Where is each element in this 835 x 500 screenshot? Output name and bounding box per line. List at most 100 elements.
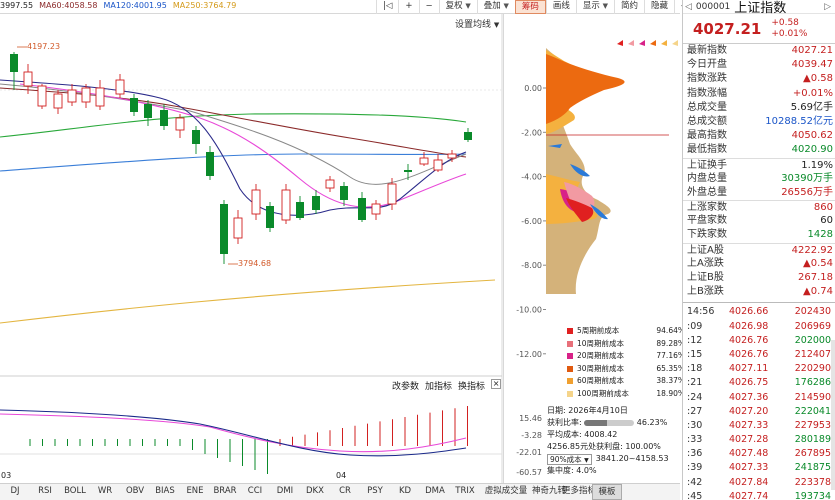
tick-time: :18: [687, 363, 703, 375]
display-button[interactable]: 显示 ▼: [575, 0, 614, 14]
indicator-tab[interactable]: CR: [330, 484, 360, 500]
quote-value: 10288.52亿元: [765, 115, 833, 127]
quote-row: 最高指数 4050.62: [683, 129, 835, 143]
collapse-icon[interactable]: ◁: [685, 2, 692, 12]
tick-price: 4027.33: [729, 419, 769, 431]
indicator-tab[interactable]: BOLL: [60, 484, 90, 500]
set-ma-button[interactable]: 设置均线 ▼: [455, 17, 499, 30]
candles: [10, 52, 472, 264]
cost-legend-value: 89.28%: [656, 338, 685, 348]
indicator-tab[interactable]: 更多指标: [562, 484, 596, 500]
quote-value: +0.01%: [792, 87, 833, 99]
quote-value: 4020.90: [791, 144, 833, 156]
swap-indicator-button[interactable]: 换指标: [458, 379, 485, 392]
price-row: 4027.21 +0.58 +0.01%: [683, 14, 835, 44]
quote-label: 上证B股: [687, 272, 724, 283]
cost-percent-label: 90%成本: [550, 454, 582, 464]
quote-value: 26556万手: [781, 186, 833, 198]
kline-chart[interactable]: [0, 14, 503, 483]
quote-label: 上证A股: [687, 244, 724, 256]
indicator-tab[interactable]: DJ: [0, 484, 30, 500]
cost-legend-value: 65.35%: [656, 363, 685, 373]
tick-time: :15: [687, 348, 703, 360]
quote-value: 60: [820, 215, 833, 227]
prev-button[interactable]: |◁: [376, 0, 398, 14]
zoom-in-button[interactable]: +: [398, 0, 418, 14]
change-params-button[interactable]: 改参数: [392, 379, 419, 392]
cost-percent-select[interactable]: 90%成本 ▼: [547, 453, 592, 465]
tick-time: :36: [687, 448, 703, 460]
candle: [358, 192, 366, 222]
quote-header: ◁ 000001 上证指数 ▷: [683, 0, 835, 16]
chips-button[interactable]: 筹码: [514, 0, 546, 14]
candle: [67, 84, 77, 106]
indicator-tab[interactable]: WR: [90, 484, 120, 500]
simple-button[interactable]: 简约: [614, 0, 644, 14]
tick-time: :33: [687, 434, 703, 446]
hide-button[interactable]: 隐藏: [644, 0, 674, 14]
indicator-tab[interactable]: 虚拟成交量: [480, 484, 532, 500]
indicator-tab[interactable]: ENE: [180, 484, 210, 500]
ma-legend-item: MA120:4001.95: [103, 1, 167, 10]
cost-legend-name: 10周期前成本: [577, 338, 625, 348]
cost-range: 3841.20~4158.53: [595, 454, 669, 463]
indicator-tab[interactable]: BRAR: [210, 484, 240, 500]
indicator-tab[interactable]: KD: [390, 484, 420, 500]
indicator-tab[interactable]: BIAS: [150, 484, 180, 500]
chevron-down-icon: ▼: [493, 21, 500, 29]
quote-label: 最高指数: [687, 130, 727, 142]
indicator-tab[interactable]: 模板: [592, 484, 622, 500]
quote-label: 指数涨幅: [687, 87, 727, 99]
flag-icon: [617, 40, 623, 46]
candle: [404, 164, 412, 180]
quote-row: 总成交量 5.69亿手: [683, 101, 835, 115]
concentration: 集中度: 4.0%: [547, 466, 597, 475]
cost-legend-name: 100周期前成本: [577, 388, 629, 398]
quote-value: 5.69亿手: [790, 101, 833, 113]
indicator-tab[interactable]: TRIX: [450, 484, 480, 500]
cost-legend-value: 18.90%: [656, 388, 685, 398]
ma10-line: [19, 83, 467, 208]
quote-label: 上A涨跌: [687, 257, 724, 269]
flag-icon: [661, 40, 667, 46]
overlay-button[interactable]: 叠加 ▼: [476, 0, 515, 14]
tick-list[interactable]: 14:56 4026.66 202430:09 4026.98 206969:12 402…: [683, 302, 835, 500]
indicator-tab[interactable]: RSI: [30, 484, 60, 500]
tick-scrollbar[interactable]: [831, 340, 835, 490]
quote-row: 上B涨跌 ▲0.74: [683, 285, 835, 299]
indicator-tab[interactable]: OBV: [120, 484, 150, 500]
quote-rows: 最新指数 4027.21 今日开盘 4039.47 指数涨跌 ▲0.58 指数涨幅 +0.01…: [683, 44, 835, 299]
tick-volume: 227953: [794, 419, 831, 431]
flag-icon: [628, 40, 634, 46]
candle: [220, 200, 228, 264]
flag-icon: [650, 40, 656, 46]
tick-row: :36 4027.48 267895: [683, 447, 835, 461]
zoom-out-button[interactable]: −: [418, 0, 439, 14]
price-axis-label: -2.00: [521, 128, 542, 137]
indicator-tab[interactable]: CCI: [240, 484, 270, 500]
stock-code: 000001: [695, 1, 731, 12]
next-icon[interactable]: ▷: [824, 2, 831, 12]
ma-legend-item: MA60:4058.58: [39, 1, 98, 10]
close-icon[interactable]: ×: [491, 379, 502, 389]
indicator-tabs: DJ RSI BOLL WR OBV BIAS ENE BRAR CCI DMI DKX CR PSY K…: [0, 483, 680, 500]
quote-label: 总成交额: [687, 115, 727, 127]
tick-price: 4026.75: [729, 377, 769, 389]
draw-line-button[interactable]: 画线: [545, 0, 576, 14]
tick-row: :30 4027.33 227953: [683, 419, 835, 433]
cost-legend-swatch: [567, 390, 573, 397]
indicator-tab[interactable]: DKX: [300, 484, 330, 500]
indicator-tab[interactable]: 神奇九转: [532, 484, 566, 500]
quote-row: 内盘总量 30390万手: [683, 172, 835, 186]
indicator-tab[interactable]: PSY: [360, 484, 390, 500]
set-ma-label: 设置均线: [455, 20, 492, 30]
quote-value: 1428: [807, 229, 833, 241]
quote-label: 指数涨跌: [687, 73, 727, 85]
candle: [81, 84, 91, 108]
price-change: +0.58 +0.01%: [771, 18, 807, 40]
restore-right-button[interactable]: 复权 ▼: [438, 0, 477, 14]
indicator-tab[interactable]: DMA: [420, 484, 450, 500]
add-indicator-button[interactable]: 加指标: [425, 379, 452, 392]
indicator-tab[interactable]: DMI: [270, 484, 300, 500]
candle: [192, 126, 200, 154]
